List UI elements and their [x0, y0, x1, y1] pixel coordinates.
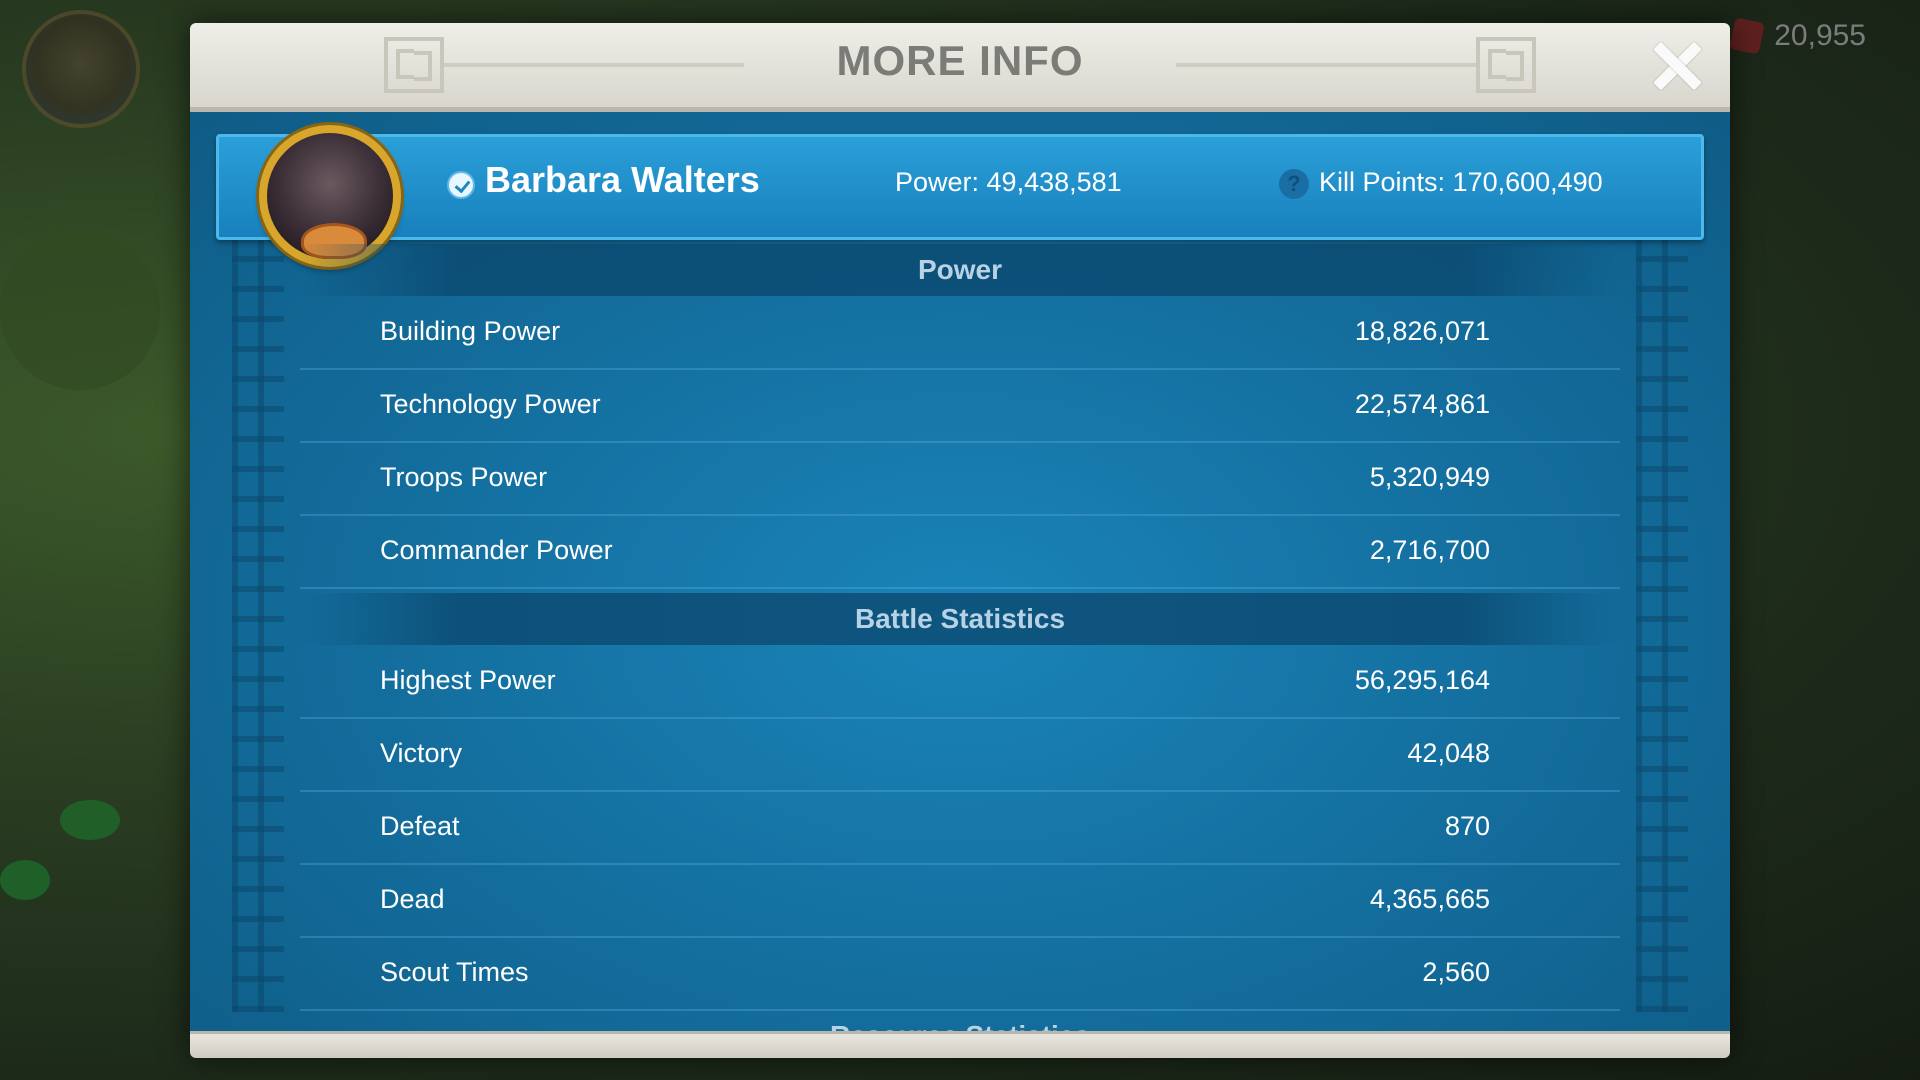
- dialog-footer: [190, 1031, 1730, 1058]
- gem-count: 20,955: [1774, 19, 1866, 52]
- governor-avatar-icon[interactable]: [22, 10, 140, 128]
- stat-value: 22,574,861: [1354, 389, 1490, 419]
- kill-points: Kill Points: 170,600,490: [1319, 167, 1603, 197]
- stat-row: Building Power 18,826,071: [300, 296, 1620, 370]
- stat-value: 4,365,665: [1369, 884, 1490, 914]
- stat-label: Troops Power: [380, 462, 548, 492]
- stat-row: Troops Power 5,320,949: [300, 442, 1620, 516]
- stat-value: 18,826,071: [1354, 316, 1490, 346]
- stat-label: Victory: [380, 738, 463, 768]
- stat-row: Highest Power 56,295,164: [300, 645, 1620, 719]
- more-info-dialog: MORE INFO Barbara Walters Power: 49,438,…: [190, 23, 1730, 1058]
- stat-value: 42,048: [1407, 738, 1490, 768]
- dialog-body[interactable]: Barbara Walters Power: 49,438,581 ? Kill…: [190, 112, 1730, 1034]
- stat-label: Highest Power: [380, 665, 556, 695]
- player-power: Power: 49,438,581: [895, 167, 1122, 197]
- stat-label: Commander Power: [380, 535, 613, 565]
- background-foliage: [0, 860, 50, 900]
- side-pattern-right: [1636, 232, 1688, 1012]
- stat-label: Building Power: [380, 316, 561, 346]
- stat-label: Technology Power: [380, 389, 601, 419]
- close-icon[interactable]: [1650, 39, 1704, 93]
- dialog-title: MORE INFO: [836, 37, 1084, 84]
- stat-value: 2,560: [1422, 957, 1490, 987]
- stat-label: Defeat: [380, 811, 460, 841]
- stat-row: Defeat 870: [300, 791, 1620, 865]
- background-foliage: [0, 230, 160, 390]
- dialog-header: MORE INFO: [190, 23, 1730, 112]
- side-pattern-left: [232, 232, 284, 1012]
- section-header-power: Power: [300, 244, 1620, 296]
- background-foliage: [60, 800, 120, 840]
- player-name: Barbara Walters: [485, 159, 760, 200]
- stat-label: Dead: [380, 884, 445, 914]
- gem-icon: [1729, 17, 1766, 55]
- stat-value: 870: [1444, 811, 1490, 841]
- player-banner: Barbara Walters Power: 49,438,581 ? Kill…: [216, 125, 1704, 267]
- section-header-battle-statistics: Battle Statistics: [300, 593, 1620, 645]
- stat-row: Victory 42,048: [300, 718, 1620, 792]
- stat-row: Commander Power 2,716,700: [300, 515, 1620, 589]
- stat-row: Dead 4,365,665: [300, 864, 1620, 938]
- stat-value: 2,716,700: [1369, 535, 1490, 565]
- verified-icon: [447, 171, 475, 199]
- gem-resource-counter: 20,955: [1722, 14, 1880, 58]
- help-icon[interactable]: ?: [1279, 169, 1309, 199]
- stat-value: 56,295,164: [1354, 665, 1490, 695]
- stat-row: Scout Times 2,560: [300, 937, 1620, 1011]
- stat-label: Scout Times: [380, 957, 529, 987]
- stat-value: 5,320,949: [1369, 462, 1490, 492]
- stat-row: Technology Power 22,574,861: [300, 369, 1620, 443]
